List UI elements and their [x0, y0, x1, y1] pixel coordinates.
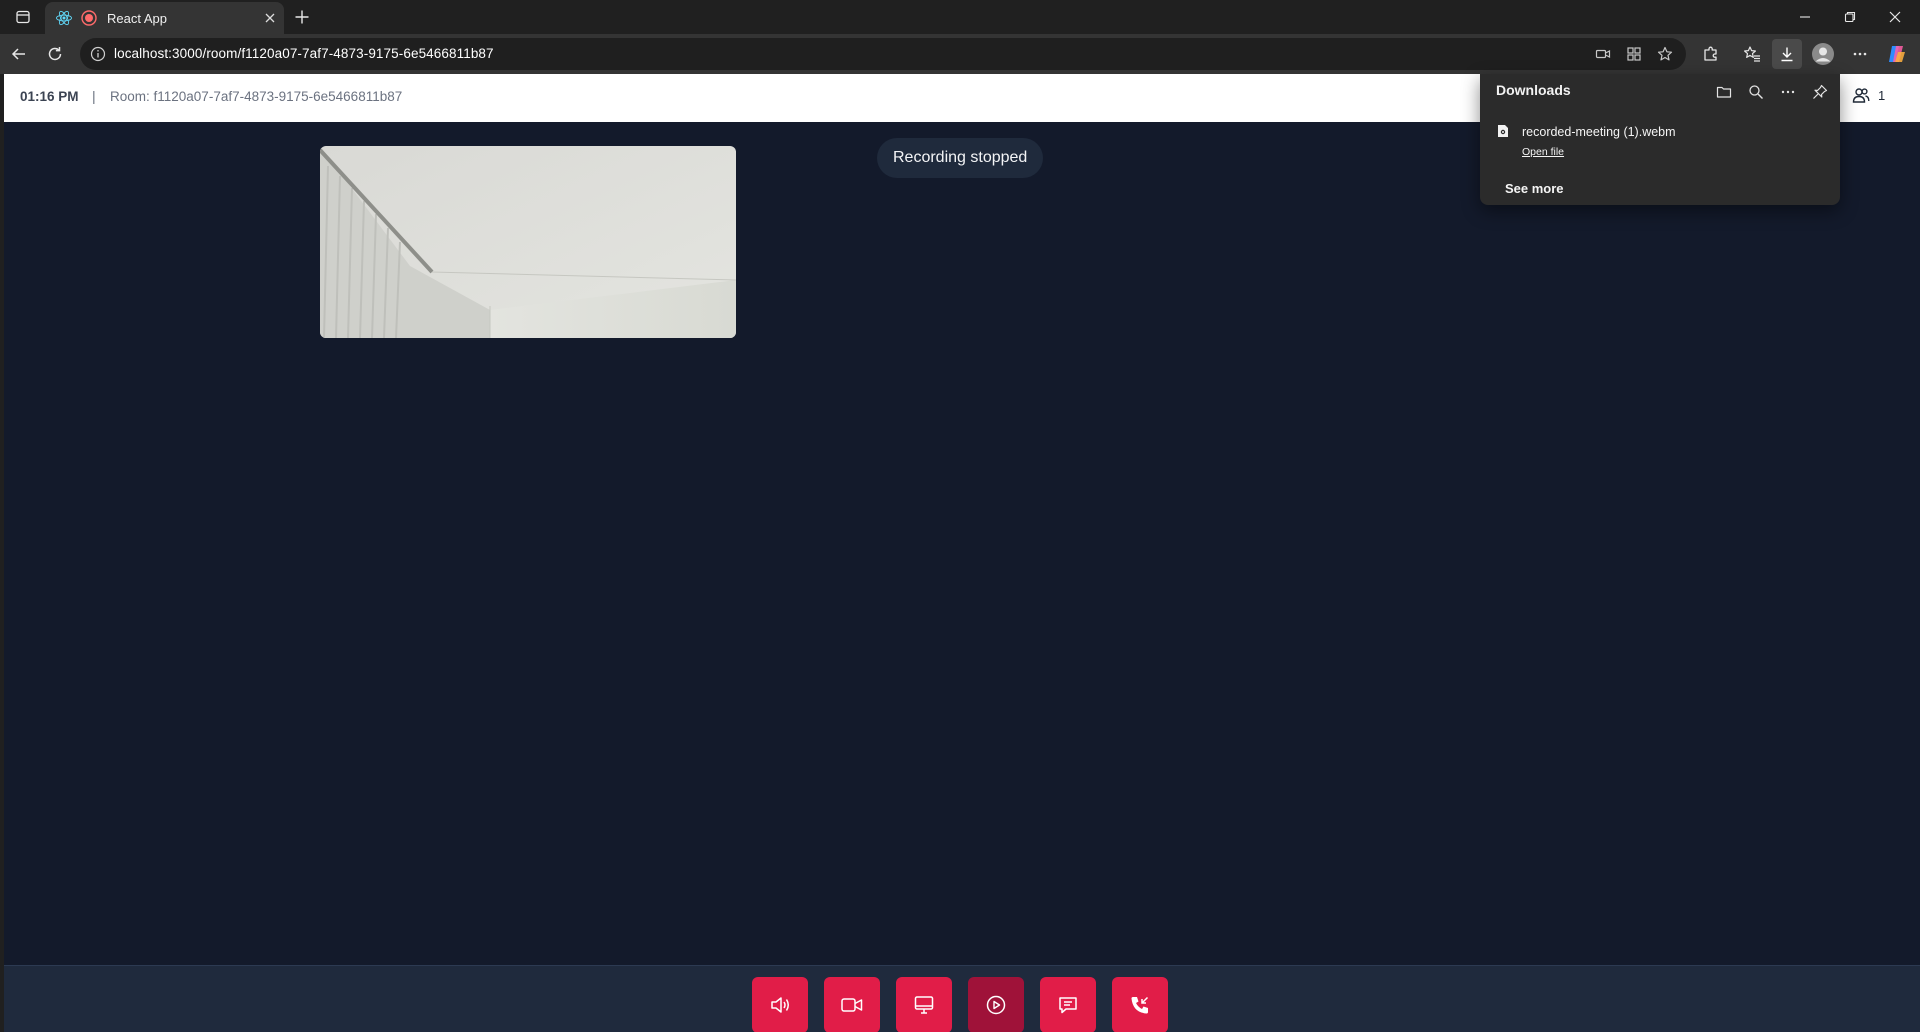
- tab-title: React App: [107, 10, 167, 26]
- pin-icon[interactable]: [1806, 78, 1834, 106]
- address-bar[interactable]: localhost:3000/room/f1120a07-7af7-4873-9…: [80, 38, 1686, 70]
- refresh-icon[interactable]: [40, 39, 70, 69]
- back-arrow-icon[interactable]: [4, 39, 34, 69]
- page-viewport: 01:16 PM | Room: f1120a07-7af7-4873-9175…: [4, 74, 1920, 1032]
- chat-button[interactable]: [1040, 977, 1096, 1032]
- restore-icon[interactable]: [1829, 0, 1871, 34]
- record-button[interactable]: [968, 977, 1024, 1032]
- call-controls-bar: [4, 965, 1920, 1032]
- record-icon: [985, 994, 1007, 1016]
- plus-icon[interactable]: [288, 0, 316, 34]
- react-logo-icon: [55, 9, 73, 27]
- chat-icon: [1057, 994, 1079, 1016]
- users-icon: [1852, 86, 1878, 104]
- download-icon[interactable]: [1772, 39, 1802, 69]
- puzzle-icon[interactable]: [1696, 39, 1726, 69]
- participant-count: 1: [1878, 87, 1886, 103]
- minimize-icon[interactable]: [1784, 0, 1826, 34]
- file-icon: [1497, 124, 1509, 138]
- header-separator: |: [92, 88, 96, 104]
- video-icon: [840, 994, 864, 1016]
- speaker-icon: [769, 994, 791, 1016]
- close-icon[interactable]: [256, 4, 284, 32]
- open-file-link[interactable]: Open file: [1522, 146, 1564, 158]
- monitor-icon: [913, 994, 935, 1016]
- recording-indicator-icon: [81, 10, 97, 26]
- screen-share-button[interactable]: [896, 977, 952, 1032]
- url-text: localhost:3000/room/f1120a07-7af7-4873-9…: [114, 46, 494, 61]
- camera-toggle-button[interactable]: [824, 977, 880, 1032]
- browser-titlebar: React App: [0, 0, 1920, 34]
- speaker-button[interactable]: [752, 977, 808, 1032]
- meeting-clock: 01:16 PM: [20, 89, 79, 104]
- phone-icon: [1129, 994, 1151, 1016]
- close-icon[interactable]: [1874, 0, 1916, 34]
- leave-call-button[interactable]: [1112, 977, 1168, 1032]
- star-icon[interactable]: [1654, 43, 1676, 65]
- more-icon[interactable]: [1845, 39, 1875, 69]
- apps-icon[interactable]: [1623, 43, 1645, 65]
- see-more-link[interactable]: See more: [1505, 181, 1564, 196]
- more-icon[interactable]: [1774, 78, 1802, 106]
- info-icon[interactable]: [87, 43, 109, 65]
- search-icon[interactable]: [1742, 78, 1770, 106]
- favorites-icon[interactable]: [1737, 39, 1767, 69]
- local-video-feed: [320, 146, 736, 338]
- recording-status-toast: Recording stopped: [877, 138, 1044, 178]
- room-id-label: Room: f1120a07-7af7-4873-9175-6e5466811b…: [110, 89, 403, 104]
- participants-button[interactable]: 1: [1852, 86, 1885, 104]
- copilot-icon[interactable]: [1882, 39, 1912, 69]
- camera-icon[interactable]: [1592, 43, 1614, 65]
- download-filename[interactable]: recorded-meeting (1).webm: [1522, 125, 1676, 139]
- profile-icon[interactable]: [1808, 39, 1838, 69]
- downloads-panel: Downloads recorded-meeting (1).webm Open…: [1480, 74, 1840, 205]
- downloads-title: Downloads: [1496, 82, 1571, 98]
- browser-toolbar: localhost:3000/room/f1120a07-7af7-4873-9…: [0, 34, 1920, 74]
- tab-react-app[interactable]: React App: [45, 2, 284, 34]
- sidebar-icon[interactable]: [6, 0, 40, 34]
- folder-icon[interactable]: [1710, 78, 1738, 106]
